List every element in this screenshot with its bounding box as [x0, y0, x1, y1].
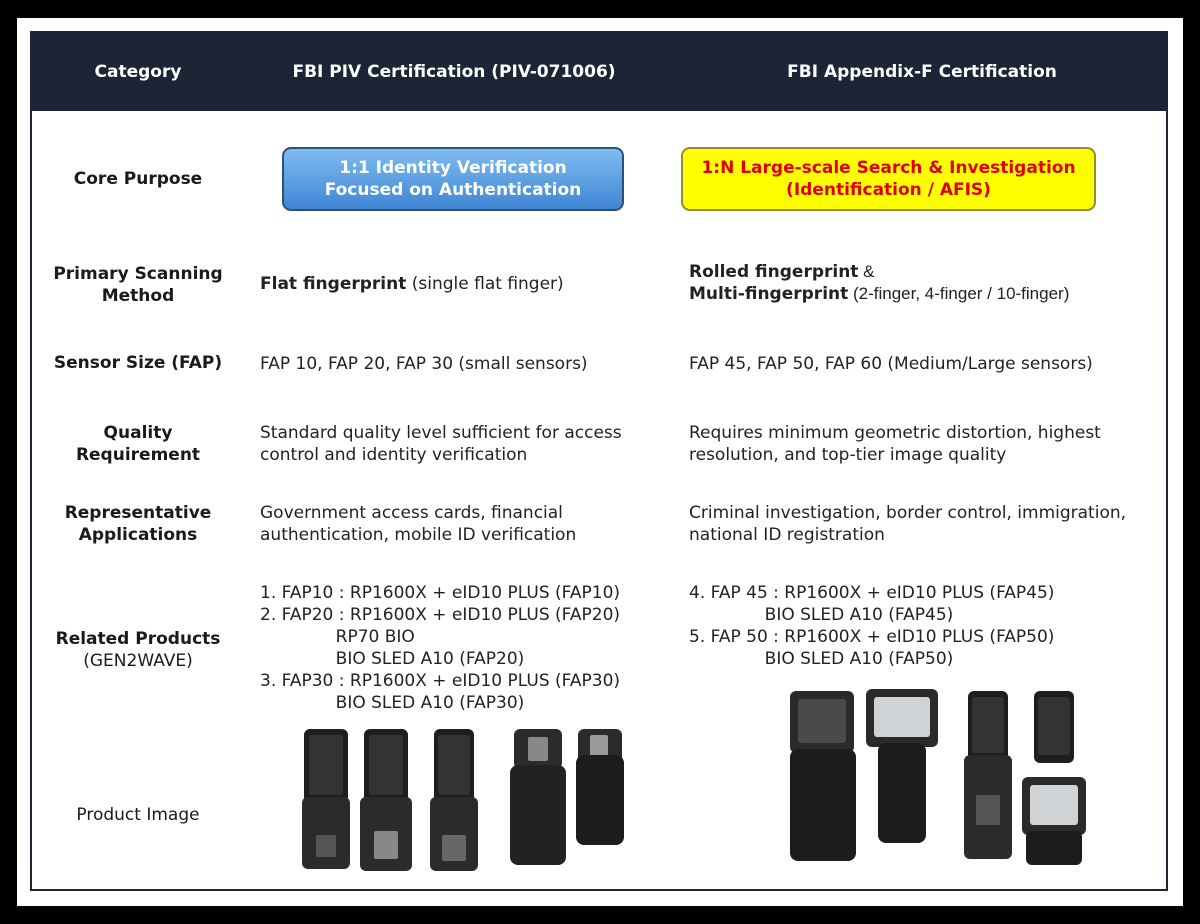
comparison-table: Category FBI PIV Certification (PIV-0710…: [30, 31, 1168, 891]
device-image-bio-sled-a10-fap50: [866, 689, 938, 843]
table-header: Category FBI PIV Certification (PIV-0710…: [32, 33, 1166, 111]
device-image-rp1600x-fap50: [1022, 691, 1086, 865]
piv-purpose-line2: Focused on Authentication: [324, 180, 582, 200]
appf-scanning-bold2: Multi-fingerprint: [689, 284, 849, 304]
product-line: BIO SLED A10 (FAP20): [260, 649, 525, 669]
piv-sensor: FAP 10, FAP 20, FAP 30 (small sensors): [260, 354, 588, 374]
piv-quality: Standard quality level sufficient for ac…: [260, 422, 660, 466]
appf-product-images: [790, 689, 1086, 865]
appf-scanning-bold1: Rolled fingerprint: [689, 262, 859, 282]
label-text: Applications: [78, 525, 198, 545]
header-appendix-f: FBI Appendix-F Certification: [787, 62, 1057, 82]
label-text: Related Products: [55, 629, 221, 649]
device-image-rp1600x-fap45: [964, 691, 1012, 859]
appf-applications: Criminal investigation, border control, …: [689, 502, 1159, 546]
label-related-products: Related Products (GEN2WAVE): [32, 627, 244, 673]
device-image-rp1600x-fap20: [360, 729, 412, 871]
product-line: 5. FAP 50 : RP1600X + eID10 PLUS (FAP50): [689, 627, 1055, 647]
device-image-bio-sled-a10-fap30: [576, 729, 624, 845]
device-image-bio-sled-a10-fap20: [510, 729, 566, 865]
appf-quality-line2: resolution, and top-tier image quality: [689, 445, 1007, 465]
product-line: 3. FAP30 : RP1600X + eID10 PLUS (FAP30): [260, 671, 621, 691]
appf-quality: Requires minimum geometric distortion, h…: [689, 422, 1159, 466]
label-text: Quality: [103, 423, 173, 443]
label-text: Core Purpose: [73, 169, 203, 189]
header-category: Category: [94, 62, 182, 82]
appf-scanning: Rolled fingerprint & Multi-fingerprint (…: [689, 261, 1159, 305]
device-image-rp1600x-fap10: [302, 729, 350, 869]
label-text: Product Image: [76, 805, 200, 825]
label-text: Representative: [64, 503, 212, 523]
label-scanning-method: Primary Scanning Method: [32, 259, 244, 311]
piv-purpose-pill: 1:1 Identity Verification Focused on Aut…: [282, 147, 624, 211]
appf-products: 4. FAP 45 : RP1600X + eID10 PLUS (FAP45)…: [689, 582, 1159, 670]
device-image-bio-sled-a10-fap45: [790, 691, 856, 861]
piv-applications: Government access cards, financial authe…: [260, 502, 660, 546]
product-line: 1. FAP10 : RP1600X + eID10 PLUS (FAP10): [260, 583, 621, 603]
product-line: BIO SLED A10 (FAP50): [689, 649, 954, 669]
product-line: 4. FAP 45 : RP1600X + eID10 PLUS (FAP45): [689, 583, 1055, 603]
piv-product-images: [302, 729, 624, 871]
label-text: Requirement: [75, 445, 201, 465]
label-core-purpose: Core Purpose: [32, 147, 244, 211]
piv-scanning: Flat fingerprint (single flat finger): [260, 273, 660, 295]
label-text: Sensor Size (FAP): [53, 353, 223, 373]
product-line: RP70 BIO: [260, 627, 415, 647]
label-product-image: Product Image: [32, 803, 244, 827]
product-line: BIO SLED A10 (FAP30): [260, 693, 525, 713]
piv-purpose-line1: 1:1 Identity Verification: [339, 158, 567, 178]
appf-sensor: FAP 45, FAP 50, FAP 60 (Medium/Large sen…: [689, 354, 1093, 374]
piv-products: 1. FAP10 : RP1600X + eID10 PLUS (FAP10) …: [260, 582, 660, 714]
piv-app-line2: authentication, mobile ID verification: [260, 525, 577, 545]
appf-quality-line1: Requires minimum geometric distortion, h…: [689, 423, 1101, 443]
appf-purpose-line2: (Identification / AFIS): [786, 180, 991, 200]
piv-app-line1: Government access cards, financial: [260, 503, 563, 523]
piv-quality-line2: control and identity verification: [260, 445, 528, 465]
piv-scanning-bold: Flat fingerprint: [260, 274, 407, 294]
label-quality: Quality Requirement: [32, 421, 244, 467]
appf-scanning-rest1: &: [858, 262, 875, 281]
appf-scanning-rest2: (2-finger, 4-finger / 10-finger): [848, 284, 1070, 303]
piv-quality-line1: Standard quality level sufficient for ac…: [260, 423, 622, 443]
product-line: 2. FAP20 : RP1600X + eID10 PLUS (FAP20): [260, 605, 621, 625]
appf-purpose-line1: 1:N Large-scale Search & Investigation: [701, 158, 1076, 178]
appf-app-line1: Criminal investigation, border control, …: [689, 503, 1127, 523]
page-frame: Category FBI PIV Certification (PIV-0710…: [17, 18, 1183, 906]
product-line: BIO SLED A10 (FAP45): [689, 605, 954, 625]
label-sensor-size: Sensor Size (FAP): [32, 351, 244, 375]
label-text: Primary Scanning: [53, 264, 223, 284]
label-applications: Representative Applications: [32, 501, 244, 547]
device-image-rp70-bio: [430, 729, 478, 871]
label-text: Method: [101, 286, 175, 306]
appf-purpose-pill: 1:N Large-scale Search & Investigation (…: [681, 147, 1096, 211]
label-text: (GEN2WAVE): [83, 651, 193, 671]
appf-app-line2: national ID registration: [689, 525, 885, 545]
header-piv: FBI PIV Certification (PIV-071006): [292, 62, 616, 82]
piv-scanning-rest: (single flat finger): [406, 274, 564, 294]
